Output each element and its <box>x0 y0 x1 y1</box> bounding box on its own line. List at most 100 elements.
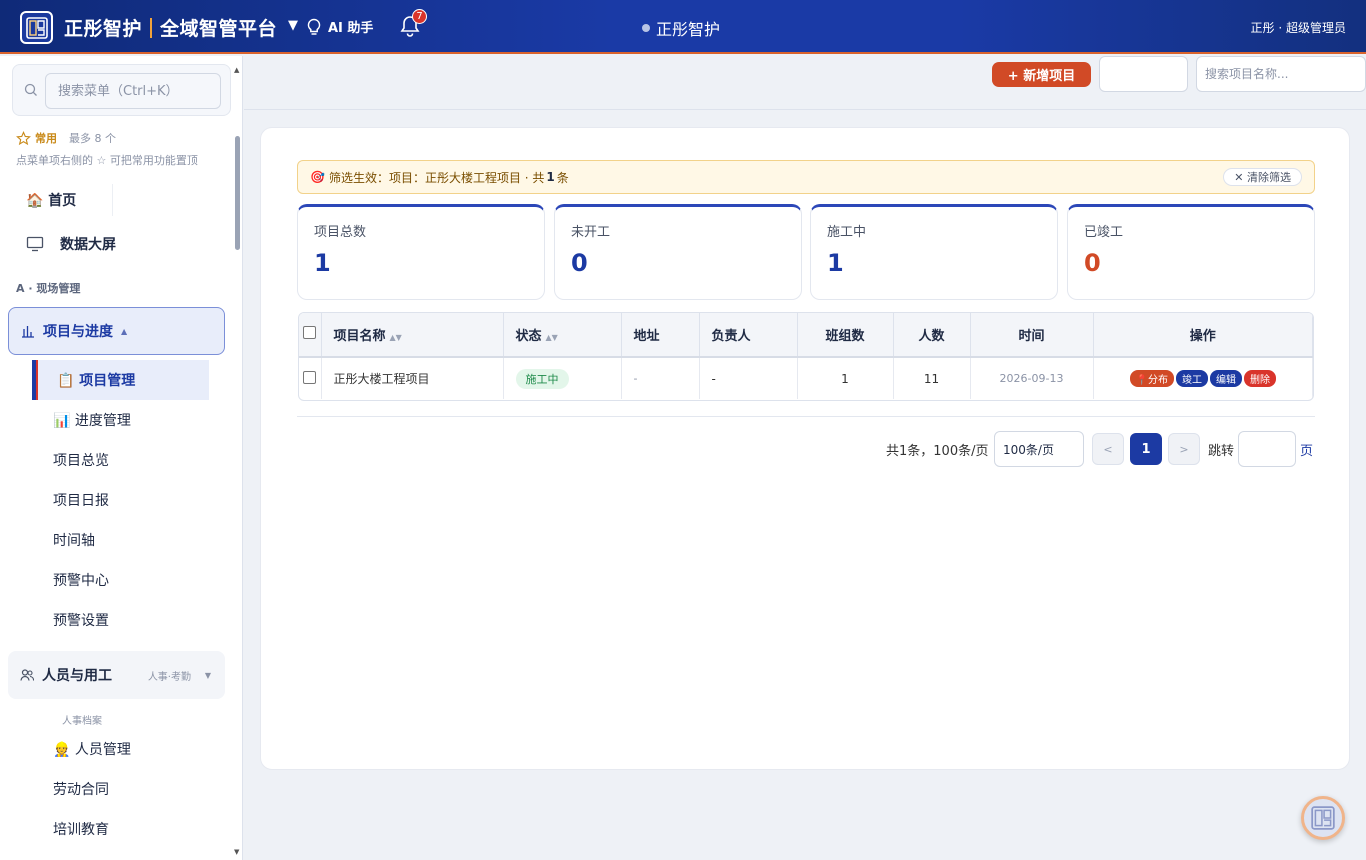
center-title: 正彤智护 <box>642 16 720 40</box>
cell-status: 施工中 <box>503 357 622 399</box>
prev-page-button[interactable]: < <box>1092 433 1124 465</box>
clear-filter-button[interactable]: ✕ 清除筛选 <box>1223 168 1302 186</box>
platform-switch-caret-icon[interactable]: ▼ <box>288 18 298 33</box>
column-header-time: 时间 <box>970 313 1094 358</box>
status-dot-icon <box>642 24 650 32</box>
column-header-status[interactable]: 状态 ▲▼ <box>503 313 622 358</box>
section-header-site-management: A · 现场管理 <box>16 282 81 295</box>
favorites-max: 最多 8 个 <box>69 132 116 145</box>
stat-value: 1 <box>314 249 331 277</box>
sidebar-group-people-tag: 人事·考勤 <box>147 671 191 683</box>
favorites-label: 常用 <box>35 132 57 145</box>
stat-card-not-started: 未开工 0 <box>554 204 802 300</box>
sidebar: 常用 最多 8 个 点菜单项右侧的 ☆ 可把常用功能置顶 🏠 首页 数据大屏 A… <box>0 56 243 860</box>
sidebar-item-personnel-management[interactable]: 👷 人员管理 <box>40 729 209 769</box>
distribution-button[interactable]: 📍分布 <box>1129 370 1174 387</box>
filter-text: 筛选生效：项目：正彤大楼工程项目 · 共 <box>328 170 545 185</box>
brand-title: 正彤智护 全域智管平台 <box>64 14 277 41</box>
page-toolbar: + 新增项目 <box>244 56 1366 110</box>
sidebar-item-labor-contract[interactable]: 劳动合同 <box>40 769 209 809</box>
sidebar-item-project-overview[interactable]: 项目总览 <box>40 440 209 480</box>
column-header-teams: 班组数 <box>797 313 894 358</box>
cell-people: 11 <box>893 357 971 399</box>
jump-page-input[interactable] <box>1238 431 1296 467</box>
brand-name: 正彤智护 <box>64 18 143 40</box>
add-project-button[interactable]: + 新增项目 <box>992 62 1091 87</box>
column-header-name[interactable]: 项目名称 ▲▼ <box>321 313 504 358</box>
cell-date: 2026-09-13 <box>970 357 1094 399</box>
sidebar-item-data-screen-label: 数据大屏 <box>60 237 116 253</box>
status-filter-select[interactable] <box>1099 56 1188 92</box>
cell-project-name: 正彤大楼工程项目 <box>321 357 504 399</box>
top-header: 正彤智护 全域智管平台 ▼ AI 助手 7 正彤智护 正彤 · 超级管理员 <box>0 0 1366 54</box>
notification-badge: 7 <box>412 9 427 24</box>
table-header-row: 项目名称 ▲▼ 状态 ▲▼ 地址 负责人 班组数 人数 时间 操作 <box>299 313 1313 358</box>
users-icon <box>20 669 34 681</box>
column-header-address: 地址 <box>621 313 700 358</box>
stat-label: 已竣工 <box>1084 225 1124 240</box>
stat-card-total: 项目总数 1 <box>297 204 545 300</box>
sidebar-item-project-daily[interactable]: 项目日报 <box>40 480 209 520</box>
logo-icon <box>25 16 48 39</box>
stat-card-in-progress: 施工中 1 <box>810 204 1058 300</box>
cell-manager: - <box>699 357 798 399</box>
stat-card-completed: 已竣工 0 <box>1067 204 1315 300</box>
filter-suffix: 条 <box>556 170 569 185</box>
logo-icon <box>1311 806 1335 830</box>
stat-label: 项目总数 <box>314 225 367 240</box>
favorites-header: 常用 最多 8 个 <box>16 130 116 146</box>
sort-icon[interactable]: ▲▼ <box>546 333 558 342</box>
sidebar-item-home[interactable]: 🏠 首页 <box>12 180 228 220</box>
page-size-select[interactable]: 100条/页 <box>994 431 1084 467</box>
chevron-up-icon: ▲ <box>121 326 128 336</box>
favorite-slots <box>112 184 222 216</box>
row-select-cell <box>299 357 322 399</box>
stat-value: 0 <box>1084 249 1101 277</box>
delete-button[interactable]: 删除 <box>1243 370 1276 387</box>
sidebar-item-alert-settings[interactable]: 预警设置 <box>40 600 209 640</box>
sidebar-scrollbar[interactable] <box>235 136 240 250</box>
sidebar-item-data-screen[interactable]: 数据大屏 <box>12 224 228 264</box>
center-title-text: 正彤智护 <box>656 20 721 39</box>
row-checkbox[interactable] <box>303 370 317 384</box>
stat-label: 未开工 <box>571 225 611 240</box>
sidebar-item-training[interactable]: 培训教育 <box>40 809 209 849</box>
app-logo[interactable] <box>20 11 53 44</box>
scroll-down-arrow-icon[interactable]: ▼ <box>234 848 239 856</box>
cell-teams: 1 <box>797 357 894 399</box>
section-header-personnel-files: 人事档案 <box>62 716 102 727</box>
sidebar-item-project-management[interactable]: 📋 项目管理 <box>32 360 209 400</box>
sidebar-item-progress-management[interactable]: 📊 进度管理 <box>40 400 209 440</box>
star-icon <box>16 130 31 145</box>
stat-value: 1 <box>827 249 844 277</box>
stat-value: 0 <box>571 249 588 277</box>
edit-button[interactable]: 编辑 <box>1209 370 1242 387</box>
page-unit-label: 页 <box>1300 443 1314 459</box>
divider <box>297 416 1315 417</box>
floating-assistant-button[interactable] <box>1301 796 1345 840</box>
sidebar-item-home-label: 🏠 首页 <box>26 193 77 209</box>
column-header-people: 人数 <box>893 313 971 358</box>
current-page-button[interactable]: 1 <box>1130 433 1162 465</box>
user-info[interactable]: 正彤 · 超级管理员 <box>1251 19 1346 36</box>
sidebar-group-project-label: 项目与进度 <box>43 324 113 340</box>
sidebar-group-project-progress[interactable]: 项目与进度 ▲ <box>8 307 225 355</box>
complete-button[interactable]: 竣工 <box>1175 370 1208 387</box>
sidebar-group-people[interactable]: 人员与用工 人事·考勤 ▼ <box>8 651 225 699</box>
search-icon <box>24 83 37 96</box>
sort-icon[interactable]: ▲▼ <box>390 333 402 342</box>
scroll-up-arrow-icon[interactable]: ▲ <box>234 66 239 74</box>
select-all-checkbox[interactable] <box>303 326 317 339</box>
project-search-input[interactable] <box>1196 56 1366 92</box>
select-all-cell <box>299 313 322 358</box>
sidebar-group-people-label: 人员与用工 <box>42 668 112 684</box>
sidebar-item-alert-center[interactable]: 预警中心 <box>40 560 209 600</box>
lightbulb-icon <box>307 18 321 35</box>
ai-assistant-button[interactable]: AI 助手 <box>306 17 373 36</box>
sidebar-item-timeline[interactable]: 时间轴 <box>40 520 209 560</box>
project-table: 项目名称 ▲▼ 状态 ▲▼ 地址 负责人 班组数 人数 时间 操作 正彤大楼工程项目… <box>298 312 1314 401</box>
table-row[interactable]: 正彤大楼工程项目 施工中 - - 1 11 2026-09-13 📍分布 竣工 编辑… <box>299 357 1313 399</box>
menu-search-input[interactable] <box>45 73 221 109</box>
column-header-manager: 负责人 <box>699 313 798 358</box>
next-page-button[interactable]: > <box>1168 433 1200 465</box>
